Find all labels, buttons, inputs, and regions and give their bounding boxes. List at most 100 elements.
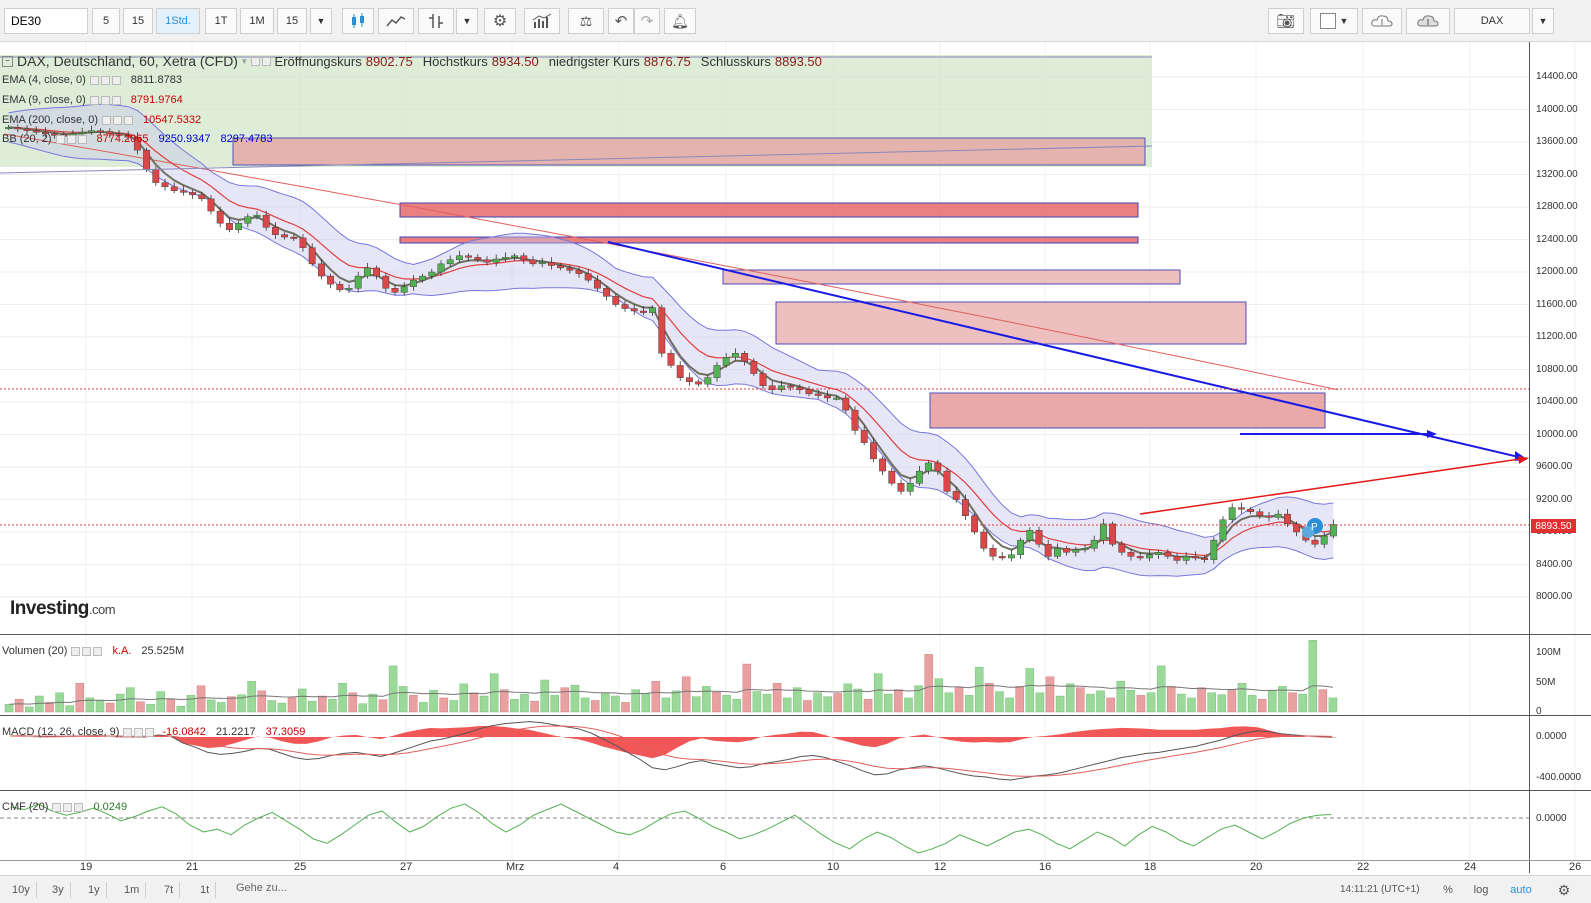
high-value: 8934.50 [491,53,539,69]
indicators-button[interactable] [524,8,560,34]
log-toggle[interactable]: log [1470,881,1492,899]
redo-button[interactable]: ↷ [634,8,660,34]
interval-1t-button[interactable]: 1T [205,8,237,34]
candle-body [934,462,942,472]
candle-body [1044,543,1052,557]
volume-bar [661,697,671,713]
range-1t-button[interactable]: 1t [194,882,217,898]
undo-button[interactable]: ↶ [608,8,634,34]
range-10y-button[interactable]: 10y [6,882,37,898]
candle-body [704,377,712,385]
undo-icon: ↶ [614,13,628,30]
candle-body [759,373,767,386]
resistance-zone-1 [232,137,1146,166]
ema200-legend[interactable]: EMA (200, close, 0) 10547.5332 [2,114,201,126]
candle-body [1035,530,1043,545]
volume-axis-0: 0 [1536,706,1542,717]
volume-bar [641,693,650,713]
cloud-save-button[interactable] [1406,8,1450,34]
indicator-tools[interactable] [89,75,121,85]
bb-legend[interactable]: BB (20, 2) 8774.2065 9250.9347 8297.4783 [2,133,273,145]
collapse-icon[interactable]: − [2,55,13,67]
indicator-tools[interactable] [89,95,121,105]
indicator-tools[interactable] [123,727,155,737]
interval-custom-button[interactable]: 15 [277,8,307,34]
symbol-input[interactable]: DE30 [4,8,88,34]
clock-display: 14:11:21 (UTC+1) [1340,884,1420,895]
volume-bar [580,697,590,713]
interval-5-button[interactable]: 5 [92,8,120,34]
candle-body [989,548,997,557]
time-tick: 4 [613,861,620,873]
open-value: 8902.75 [365,53,413,69]
candle-body [97,130,105,133]
volume-bar [1096,690,1105,713]
volume-bar [307,700,317,713]
screenshot-button[interactable]: 📷︎ [1268,8,1304,34]
settings-button[interactable]: ⚙ [484,8,516,34]
volume-bar [136,701,145,713]
settings-gear-button[interactable]: ⚙ [1554,881,1574,899]
auto-toggle[interactable]: auto [1506,881,1536,899]
bar-tool-button[interactable] [418,8,454,34]
chevron-down-icon[interactable]: ▾ [242,56,247,67]
indicator-tools[interactable] [71,646,103,656]
bar-tool-icon [429,14,443,28]
interval-dropdown-button[interactable]: ▼ [310,8,332,34]
candle-body [1127,552,1135,557]
volume-bar [1015,686,1024,713]
volume-legend[interactable]: Volumen (20) k.A. 25.525M [2,645,184,657]
cmf-legend[interactable]: CMF (20) 0.0249 [2,801,127,813]
candle-body [299,237,307,248]
ema200-value: 10547.5332 [143,114,202,126]
instrument-title: DAX, Deutschland, 60, Xetra (CFD) [17,53,238,69]
ema9-legend[interactable]: EMA (9, close, 0) 8791.9764 [2,94,183,106]
candle-body [1136,556,1144,559]
goto-link[interactable]: Gehe zu... [236,882,287,894]
compare-button[interactable]: ⚖ [568,8,604,34]
candle-body [961,499,969,516]
legend-tools[interactable] [250,56,271,66]
indicator-tools[interactable] [102,115,133,125]
percent-toggle[interactable]: % [1438,881,1458,899]
volume-bar [611,695,620,713]
candle-body [345,288,353,291]
indicator-tools[interactable] [52,802,84,812]
interval-1m-button[interactable]: 1M [240,8,274,34]
range-1m-button[interactable]: 1m [118,882,147,898]
candle-body [814,393,822,396]
range-7t-button[interactable]: 7t [158,882,181,898]
alert-button[interactable]: 🔔︎ [664,8,696,34]
volume-bar [924,654,933,713]
candle-body [262,214,270,228]
indicator-tools[interactable] [55,134,87,144]
macd-legend[interactable]: MACD (12, 26, close, 9) -16.0842 21.2217… [2,726,305,738]
candle-body [235,223,243,230]
candle-body [1274,513,1282,518]
candle-body [667,353,675,366]
ema4-legend[interactable]: EMA (4, close, 0) 8811.8783 [2,74,182,86]
ema9-label: EMA (9, close, 0) [2,94,86,106]
color-picker-button[interactable]: ▼ [1310,8,1358,34]
range-1y-button[interactable]: 1y [82,882,107,898]
cmf-value: 0.0249 [93,801,128,813]
volume-bar [156,691,165,713]
volume-bar [25,706,34,713]
dax-selector[interactable]: DAX [1454,8,1530,34]
dax-dropdown-button[interactable]: ▼ [1532,8,1554,34]
interval-15-button[interactable]: 15 [123,8,153,34]
cloud-load-button[interactable] [1362,8,1402,34]
chart-type-dropdown[interactable]: ▼ [456,8,478,34]
volume-bar [712,691,721,713]
interval-1std-button[interactable]: 1Std. [156,8,200,34]
line-chart-button[interactable] [378,8,414,34]
volume-bar [14,699,24,713]
volume-axis-50m: 50M [1536,677,1556,688]
volume-bar [833,693,843,713]
range-3y-button[interactable]: 3y [46,882,71,898]
ema4-value: 8811.8783 [130,74,182,86]
volume-bar [954,687,964,713]
price-chart[interactable]: P [0,42,1591,875]
candlestick-type-button[interactable] [342,8,374,34]
volume-bar [651,681,661,713]
